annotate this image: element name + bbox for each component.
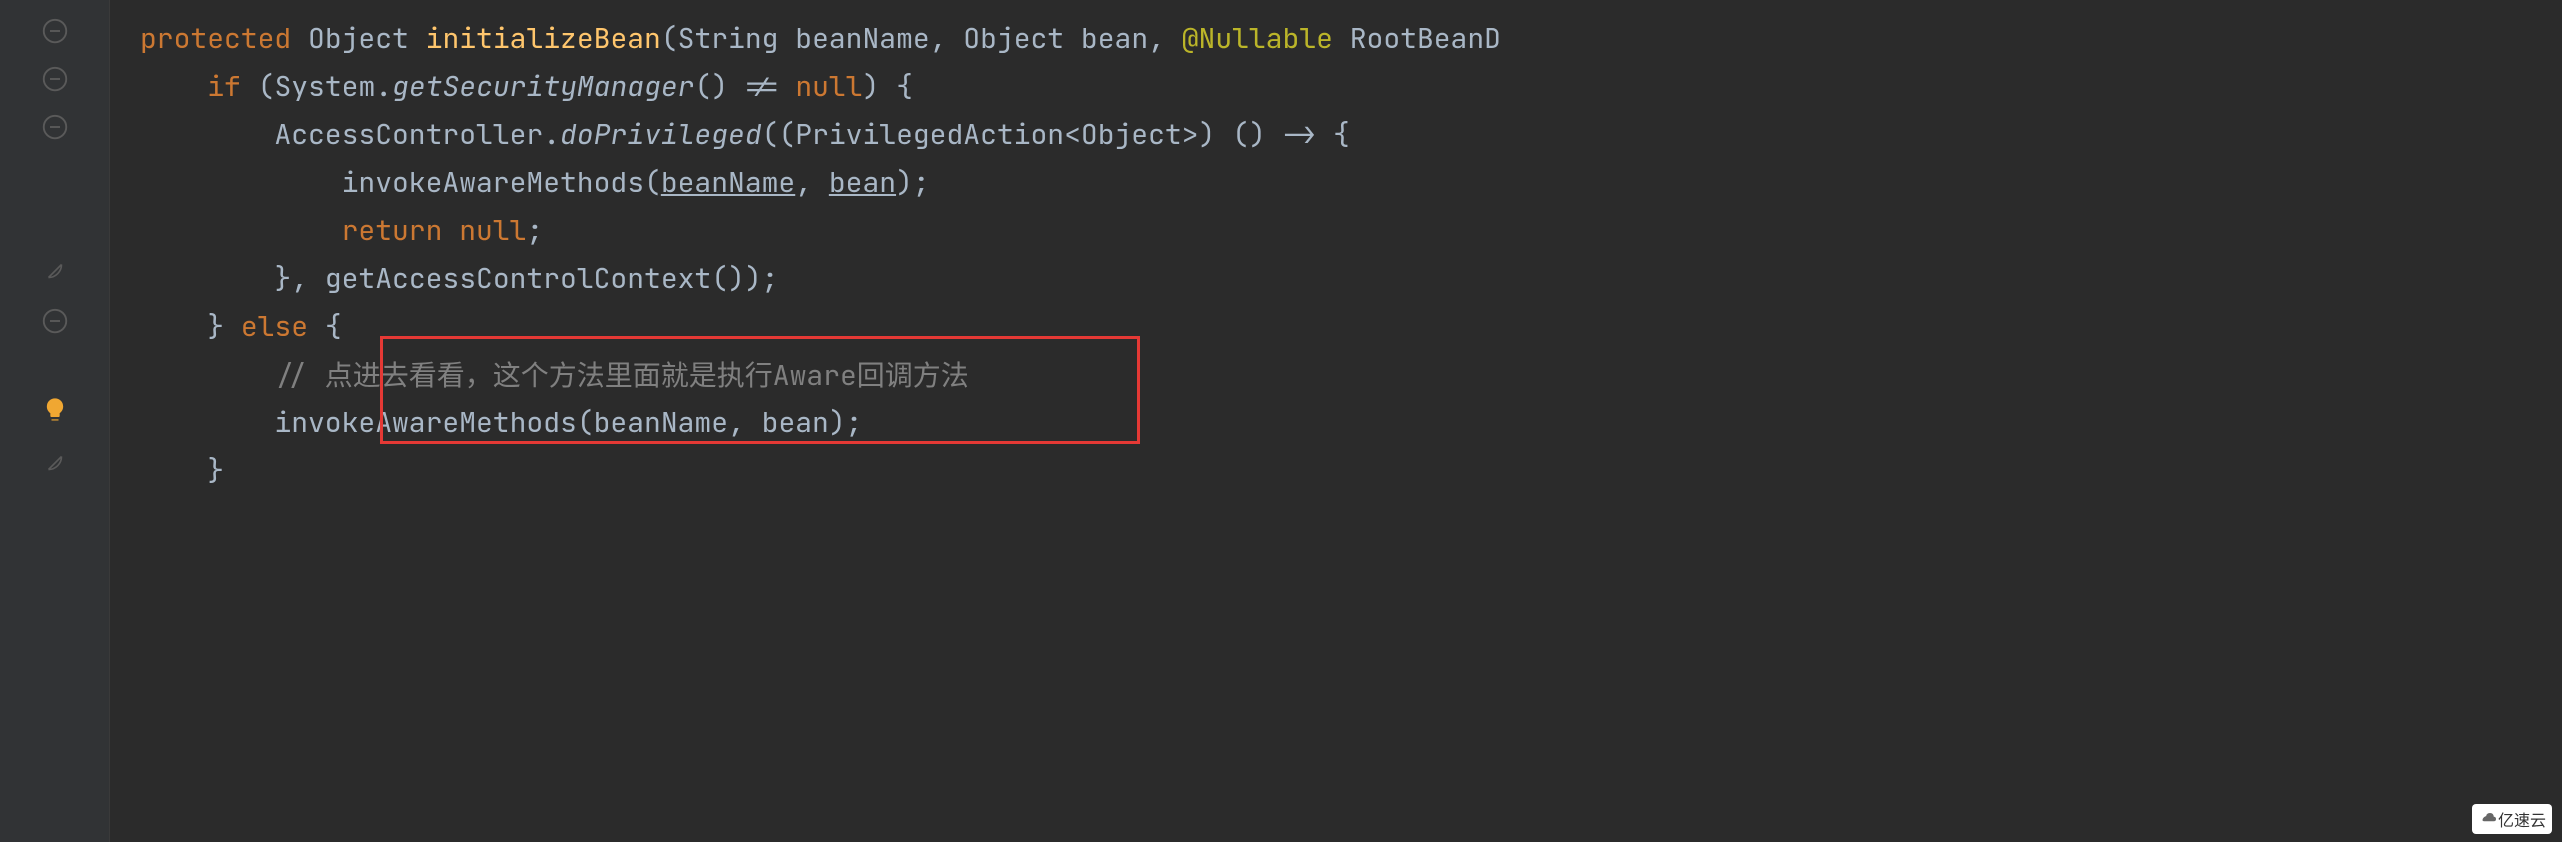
punct: } xyxy=(274,260,291,297)
punct: } xyxy=(207,308,224,345)
punct: ) xyxy=(711,68,728,105)
code-line: }, getAccessControlContext()); xyxy=(110,254,2562,302)
punct: ) xyxy=(745,260,762,297)
intention-bulb-icon[interactable] xyxy=(41,396,69,424)
punct: , xyxy=(728,404,762,441)
punct: ) xyxy=(863,68,880,105)
punct: ) xyxy=(829,404,846,441)
punct: ( xyxy=(644,164,661,201)
punct: ) xyxy=(1249,116,1266,153)
punct: , xyxy=(1148,20,1182,57)
code-line: return null; xyxy=(110,206,2562,254)
fold-toggle-icon[interactable] xyxy=(40,306,70,336)
punct: , xyxy=(291,260,325,297)
class-ref: System xyxy=(274,68,375,105)
class-ref: AccessController xyxy=(274,116,543,153)
punct: ) xyxy=(1199,116,1216,153)
type: String xyxy=(678,20,779,57)
type: PrivilegedAction xyxy=(795,116,1064,153)
watermark-badge: 亿速云 xyxy=(2472,804,2552,834)
static-method: doPrivileged xyxy=(560,116,762,153)
type: RootBeanD xyxy=(1350,20,1501,57)
fold-close-icon[interactable] xyxy=(42,258,68,284)
punct: > xyxy=(1182,116,1199,153)
code-line: invokeAwareMethods(beanName, bean); xyxy=(110,398,2562,446)
punct: . xyxy=(543,116,560,153)
punct: ( xyxy=(258,68,275,105)
operator: -> xyxy=(1283,116,1317,153)
keyword: else xyxy=(241,308,308,345)
punct: ) xyxy=(728,260,745,297)
punct: < xyxy=(1064,116,1081,153)
code-line: AccessController.doPrivileged((Privilege… xyxy=(110,110,2562,158)
punct: ; xyxy=(526,212,543,249)
punct: ( xyxy=(711,260,728,297)
punct: { xyxy=(1333,116,1350,153)
punct: ; xyxy=(762,260,779,297)
punct: { xyxy=(896,68,913,105)
punct: } xyxy=(207,452,224,489)
punct: ( xyxy=(694,68,711,105)
param-ref: beanName xyxy=(594,404,728,441)
code-line: } else { xyxy=(110,302,2562,350)
punct: . xyxy=(375,68,392,105)
punct: , xyxy=(795,164,829,201)
method-call: invokeAwareMethods xyxy=(342,164,644,201)
method-name: initializeBean xyxy=(426,20,661,57)
operator: != xyxy=(745,68,779,105)
fold-toggle-icon[interactable] xyxy=(40,112,70,142)
fold-close-icon[interactable] xyxy=(42,450,68,476)
type: Object xyxy=(308,20,409,57)
punct: ; xyxy=(846,404,863,441)
punct: , xyxy=(930,20,964,57)
static-method: getSecurityManager xyxy=(392,68,694,105)
type: Object xyxy=(1081,116,1182,153)
method-call: getAccessControlContext xyxy=(325,260,711,297)
punct: ; xyxy=(913,164,930,201)
keyword: protected xyxy=(140,20,291,57)
keyword: null xyxy=(795,68,862,105)
type: Object xyxy=(963,20,1064,57)
code-editor[interactable]: protected Object initializeBean(String b… xyxy=(110,0,2562,842)
code-line: } xyxy=(110,446,2562,494)
annotation: @Nullable xyxy=(1182,20,1333,57)
punct: ( xyxy=(762,116,779,153)
code-line: protected Object initializeBean(String b… xyxy=(110,14,2562,62)
param-ref: beanName xyxy=(661,164,795,201)
param-ref: bean xyxy=(829,164,896,201)
param: bean xyxy=(1081,20,1148,57)
comment: // 点进去看看，这个方法里面就是执行Aware回调方法 xyxy=(274,354,968,394)
punct: ( xyxy=(1232,116,1249,153)
punct: ( xyxy=(577,404,594,441)
code-line: invokeAwareMethods(beanName, bean); xyxy=(110,158,2562,206)
keyword: null xyxy=(459,212,526,249)
param-ref: bean xyxy=(762,404,829,441)
fold-toggle-icon[interactable] xyxy=(40,16,70,46)
editor-gutter xyxy=(0,0,110,842)
keyword: return xyxy=(342,212,443,249)
code-line: if (System.getSecurityManager() != null)… xyxy=(110,62,2562,110)
param: beanName xyxy=(795,20,929,57)
punct: { xyxy=(325,308,342,345)
fold-toggle-icon[interactable] xyxy=(40,64,70,94)
method-call: invokeAwareMethods xyxy=(274,404,576,441)
punct: ( xyxy=(661,20,678,57)
watermark-text: 亿速云 xyxy=(2498,807,2546,831)
punct: ) xyxy=(896,164,913,201)
keyword: if xyxy=(207,68,241,105)
code-line: // 点进去看看，这个方法里面就是执行Aware回调方法 xyxy=(110,350,2562,398)
punct: ( xyxy=(778,116,795,153)
